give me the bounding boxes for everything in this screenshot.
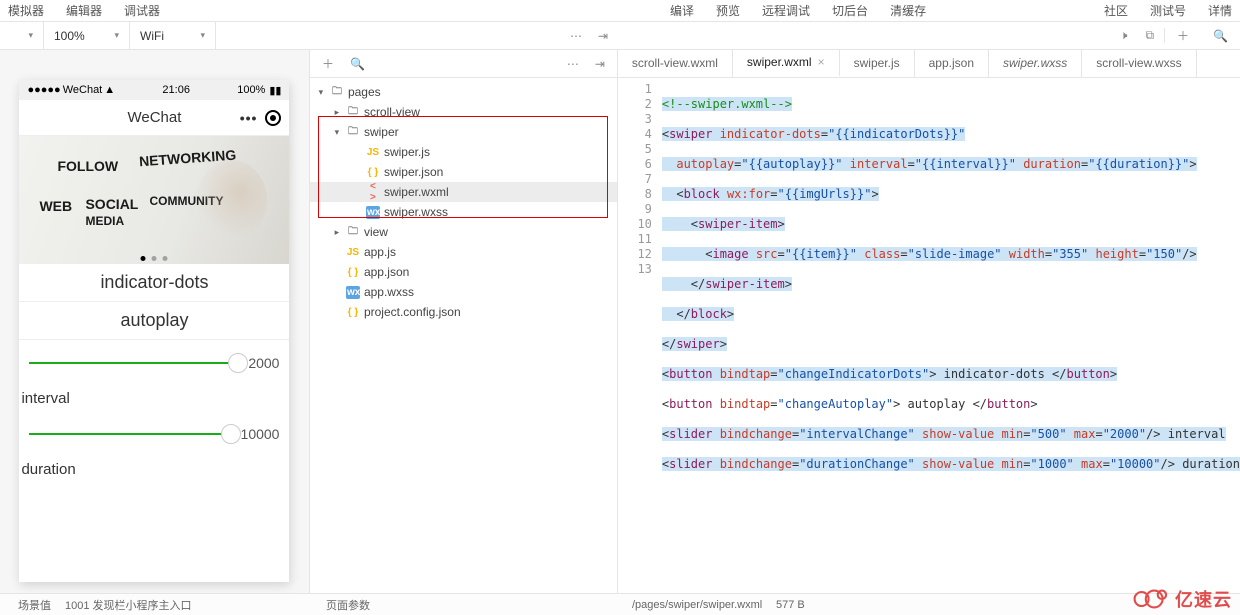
tab-scroll-view-wxss[interactable]: scroll-view.wxss (1082, 49, 1196, 77)
menu-compile[interactable]: 编译 (670, 2, 694, 19)
app-title: WeChat (128, 109, 182, 126)
file-path: /pages/swiper/swiper.wxml (632, 599, 762, 611)
tree-collapse-icon[interactable]: ⇥ (595, 57, 605, 71)
tree-file-swiper-wxml[interactable]: < >swiper.wxml (310, 182, 617, 202)
zoom-select[interactable]: 100%▾ (44, 22, 130, 49)
indicator-dots-button[interactable]: indicator-dots (19, 264, 289, 302)
menu-preview[interactable]: 预览 (716, 2, 740, 19)
tab-app-json[interactable]: app.json (915, 49, 989, 77)
menu-details[interactable]: 详情 (1208, 2, 1232, 19)
file-tree: ▾🗀pages ▸🗀scroll-view ▾🗀swiper JSswiper.… (310, 78, 617, 322)
tab-swiper-js[interactable]: swiper.js (840, 49, 915, 77)
toolbar: ▾ 100%▾ WiFi▾ 🕨 ⧉ ＋ 🔍 ⋯ ⇥ (0, 22, 1240, 50)
tree-file-project-config[interactable]: { }project.config.json (310, 302, 617, 322)
device-select[interactable]: ▾ (0, 22, 44, 49)
menu-remote-debug[interactable]: 远程调试 (762, 2, 810, 19)
kw-web: WEB (39, 198, 72, 214)
close-icon[interactable]: × (818, 55, 825, 69)
capsule-close-icon[interactable] (265, 110, 281, 126)
time-label: 21:06 (162, 84, 190, 96)
duration-slider-value: 10000 (241, 426, 280, 442)
menu-clear-cache[interactable]: 清缓存 (890, 2, 926, 19)
tab-scroll-view-wxml[interactable]: scroll-view.wxml (618, 49, 733, 77)
file-explorer: ＋ 🔍 ⋯ ⇥ ▾🗀pages ▸🗀scroll-view ▾🗀swiper J… (310, 50, 618, 615)
signal-icon: ●●●●● (27, 84, 60, 96)
tree-more-icon[interactable]: ⋯ (567, 57, 579, 71)
tree-file-app-js[interactable]: JSapp.js (310, 242, 617, 262)
network-select[interactable]: WiFi▾ (130, 22, 216, 49)
tree-file-swiper-js[interactable]: JSswiper.js (310, 142, 617, 162)
tree-file-swiper-json[interactable]: { }swiper.json (310, 162, 617, 182)
phone-frame: ●●●●● WeChat ▲ 21:06 100% ▮▮ WeChat ••• (19, 80, 289, 582)
menu-editor[interactable]: 编辑器 (66, 2, 102, 19)
menu-test-account[interactable]: 测试号 (1150, 2, 1186, 19)
mute-icon[interactable]: 🕨 (1112, 28, 1136, 43)
main-menu: 模拟器 编辑器 调试器 编译 预览 远程调试 切后台 清缓存 社区 测试号 详情 (0, 0, 1240, 22)
editor-tabs: scroll-view.wxml swiper.wxml× swiper.js … (618, 50, 1240, 78)
collapse-icon[interactable]: ⇥ (598, 29, 608, 43)
menu-debugger[interactable]: 调试器 (124, 2, 160, 19)
tree-folder-pages[interactable]: ▾🗀pages (310, 82, 617, 102)
kw-social: SOCIAL (85, 196, 138, 212)
menu-community[interactable]: 社区 (1104, 2, 1128, 19)
search-files-icon[interactable]: 🔍 (350, 57, 365, 71)
autoplay-button[interactable]: autoplay (19, 302, 289, 340)
code-body[interactable]: <!--swiper.wxml--> <swiper indicator-dot… (662, 78, 1240, 615)
tab-swiper-wxss[interactable]: swiper.wxss (989, 49, 1082, 77)
tree-folder-scroll-view[interactable]: ▸🗀scroll-view (310, 102, 617, 122)
pagination-dots (141, 256, 168, 261)
page-params-label: 页面参数 (326, 597, 370, 613)
menu-background[interactable]: 切后台 (832, 2, 868, 19)
battery-icon: ▮▮ (269, 84, 281, 97)
scene-label: 场景值 (18, 597, 51, 613)
carrier-label: WeChat (63, 84, 103, 96)
interval-slider[interactable] (29, 362, 238, 364)
duration-slider[interactable] (29, 433, 230, 435)
kw-media: MEDIA (85, 214, 124, 228)
line-gutter: 12345678910111213 (618, 78, 662, 615)
add-tab-icon[interactable]: ＋ (1165, 27, 1201, 44)
add-file-icon[interactable]: ＋ (322, 55, 334, 72)
file-size: 577 B (776, 599, 805, 611)
duration-label: duration (19, 457, 289, 482)
phone-status-bar: ●●●●● WeChat ▲ 21:06 100% ▮▮ (19, 80, 289, 100)
capsule-more-icon[interactable]: ••• (240, 110, 258, 126)
interval-label: interval (19, 386, 289, 411)
interval-slider-value: 2000 (248, 355, 279, 371)
tab-swiper-wxml[interactable]: swiper.wxml× (733, 49, 840, 77)
popout-icon[interactable]: ⧉ (1135, 28, 1165, 43)
menu-simulator[interactable]: 模拟器 (8, 2, 44, 19)
battery-label: 100% (237, 84, 265, 96)
more-icon[interactable]: ⋯ (570, 29, 582, 43)
tree-file-app-wxss[interactable]: wxssapp.wxss (310, 282, 617, 302)
kw-follow: FOLLOW (57, 158, 118, 174)
status-bar: 场景值 1001 发现栏小程序主入口 页面参数 /pages/swiper/sw… (0, 593, 1240, 615)
code-editor[interactable]: 12345678910111213 <!--swiper.wxml--> <sw… (618, 78, 1240, 615)
watermark: 亿速云 (1127, 585, 1232, 613)
tree-folder-view[interactable]: ▸🗀view (310, 222, 617, 242)
app-nav-bar: WeChat ••• (19, 100, 289, 136)
swiper-image[interactable]: FOLLOW WEB SOCIAL MEDIA NETWORKING COMMU… (19, 136, 289, 264)
wifi-icon: ▲ (104, 84, 115, 96)
simulator-pane: ●●●●● WeChat ▲ 21:06 100% ▮▮ WeChat ••• (0, 50, 310, 615)
search-icon[interactable]: 🔍 (1201, 29, 1240, 43)
tree-file-swiper-wxss[interactable]: wxssswiper.wxss (310, 202, 617, 222)
scene-value: 1001 发现栏小程序主入口 (65, 597, 192, 613)
tree-folder-swiper[interactable]: ▾🗀swiper (310, 122, 617, 142)
editor-pane: scroll-view.wxml swiper.wxml× swiper.js … (618, 50, 1240, 615)
tree-file-app-json[interactable]: { }app.json (310, 262, 617, 282)
